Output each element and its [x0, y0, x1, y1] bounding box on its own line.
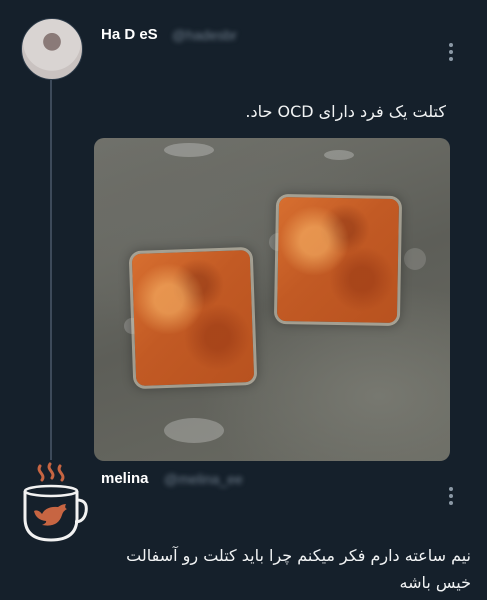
display-name[interactable]: melina	[101, 470, 149, 487]
tweet-text: نیم ساعته دارم فکر میکنم چرا باید کتلت ر…	[126, 546, 471, 592]
cutlet-left	[131, 249, 255, 387]
coffee-cup-bird-icon[interactable]	[18, 462, 88, 542]
avatar[interactable]	[21, 18, 83, 80]
oil-bubble	[324, 150, 354, 160]
user-handle[interactable]: @hadesbr	[172, 27, 237, 43]
tweet-text: کتلت یک فرد دارای OCD حاد.	[245, 102, 446, 121]
thread-line	[50, 78, 52, 460]
more-vertical-icon[interactable]	[441, 40, 461, 64]
oil-bubble	[404, 248, 426, 270]
oil-bubble	[164, 418, 224, 443]
display-name[interactable]: Ha D eS	[101, 26, 158, 43]
cutlet-right	[276, 196, 400, 324]
oil-bubble	[164, 143, 214, 157]
user-handle[interactable]: @melina_ee	[164, 471, 243, 487]
more-vertical-icon[interactable]	[441, 484, 461, 508]
tweet-image[interactable]	[94, 138, 450, 461]
